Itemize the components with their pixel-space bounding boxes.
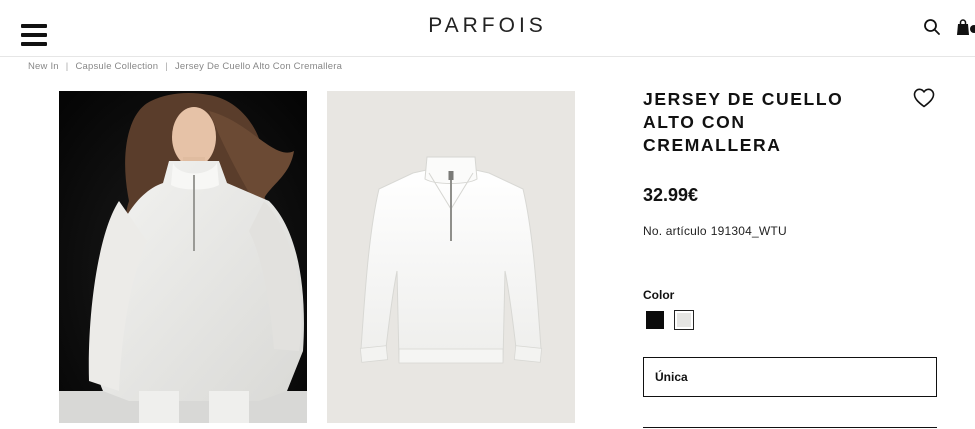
breadcrumb-separator: | [165, 61, 168, 72]
model-photo[interactable] [59, 91, 307, 423]
section-divider [643, 427, 937, 428]
parfois-logo[interactable]: PARFOIS [0, 14, 975, 38]
search-icon[interactable] [923, 18, 941, 36]
color-swatch-black[interactable] [646, 311, 664, 329]
sku-label: No. artículo [643, 224, 707, 238]
shopping-bag-icon[interactable] [955, 18, 975, 36]
product-sku: No. artículo 191304_WTU [643, 224, 787, 238]
breadcrumb-item-current-product: Jersey De Cuello Alto Con Cremallera [174, 61, 343, 72]
color-label: Color [643, 288, 675, 302]
product-title: JERSEY DE CUELLO ALTO CON CREMALLERA [643, 89, 844, 155]
site-header: PARFOIS [0, 0, 975, 57]
size-selector[interactable]: Única [643, 357, 937, 397]
breadcrumb: New In | Capsule Collection | Jersey De Cuel… [28, 61, 342, 72]
heart-icon[interactable] [912, 86, 936, 110]
sku-value: 191304_WTU [710, 224, 787, 238]
breadcrumb-separator: | [65, 61, 69, 72]
product-price: 32.99€ [643, 185, 699, 205]
breadcrumb-item-capsule-collection[interactable]: Capsule Collection [75, 61, 158, 72]
color-swatch-white-selected[interactable] [674, 310, 694, 330]
product-photo[interactable] [327, 91, 575, 423]
breadcrumb-item-new-in[interactable]: New In [28, 61, 59, 72]
